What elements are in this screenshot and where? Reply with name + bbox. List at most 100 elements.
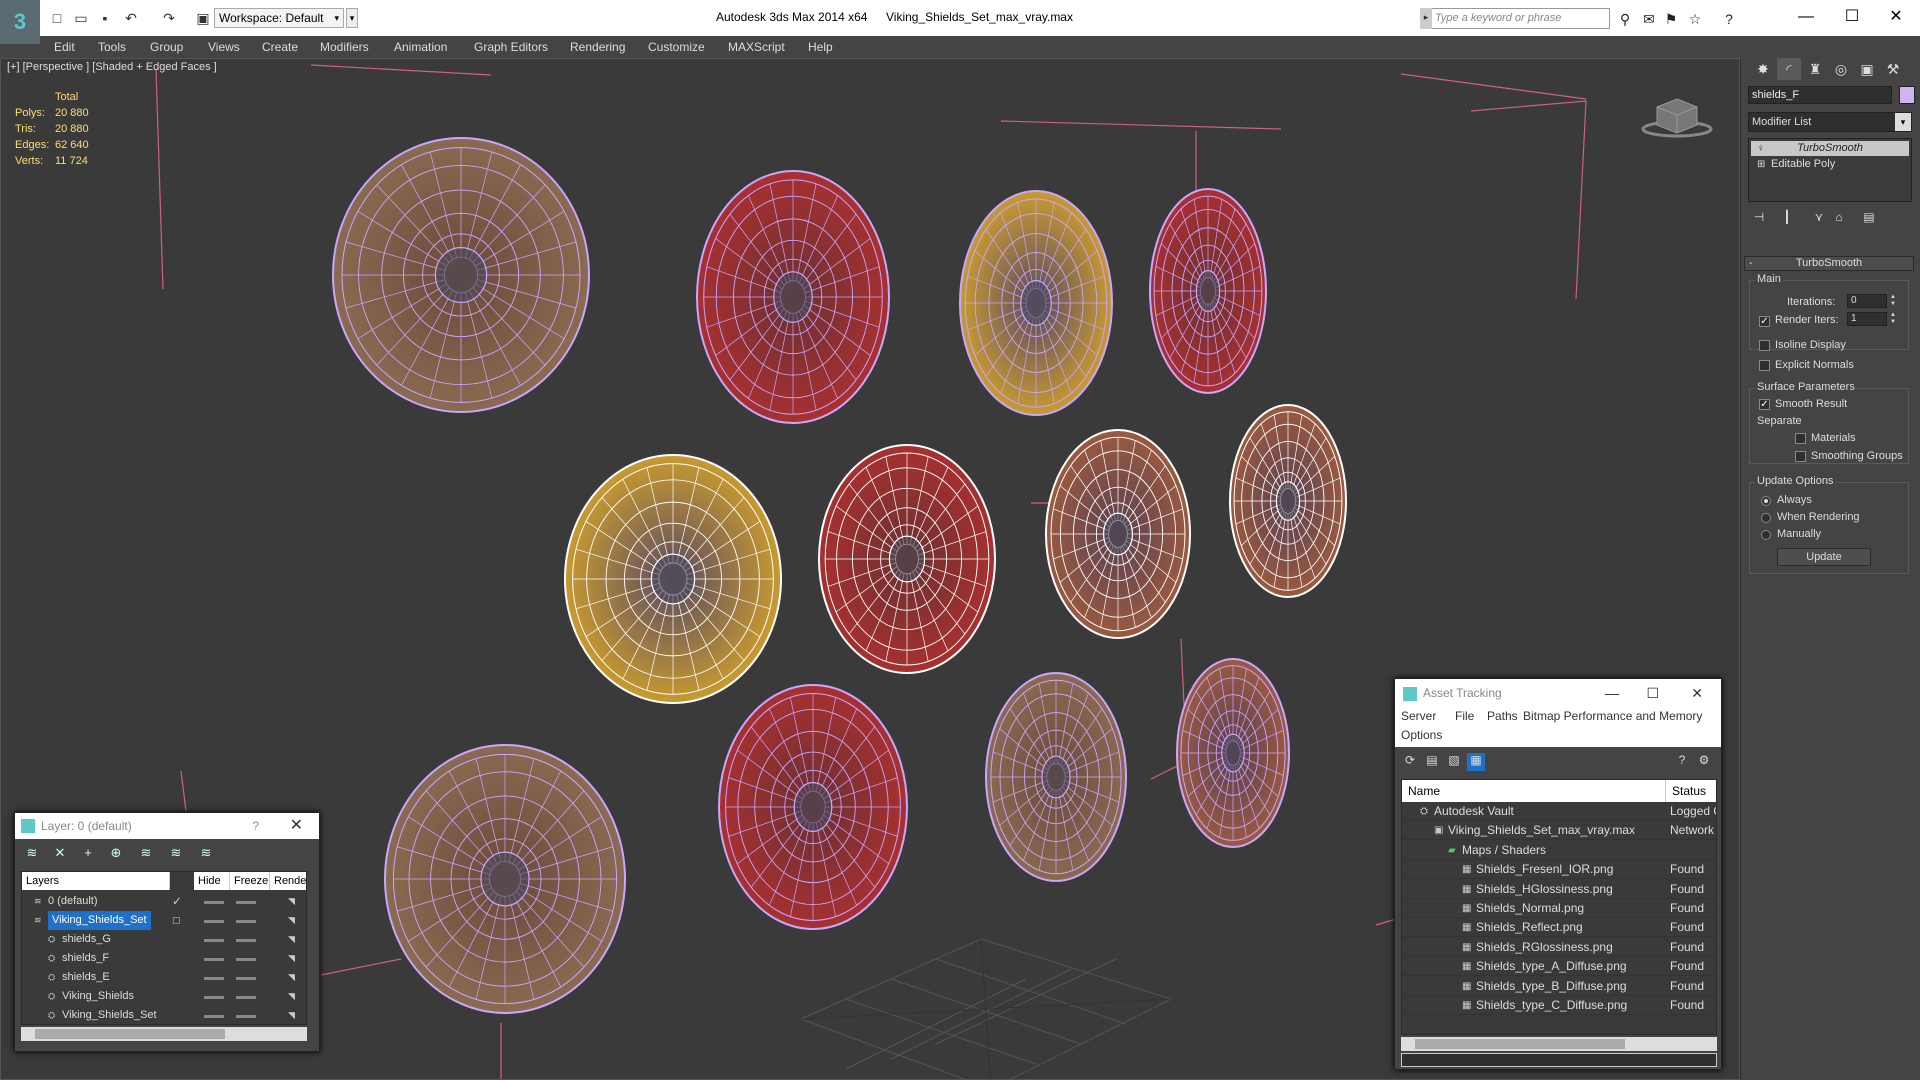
viewcube-icon[interactable] <box>1641 89 1713 139</box>
subscription-icon[interactable]: ✉ <box>1640 10 1658 28</box>
undo-icon[interactable]: ↶ <box>122 9 140 27</box>
app-menu-button[interactable]: 3 <box>0 0 40 44</box>
render-iters-checkbox[interactable]: ✓ <box>1759 316 1770 327</box>
close-icon[interactable]: ✕ <box>290 813 303 839</box>
asset-row[interactable]: ▰ Maps / Shaders <box>1402 841 1716 860</box>
minimize-button[interactable]: — <box>1786 4 1826 30</box>
isoline-display-checkbox[interactable] <box>1759 340 1770 351</box>
make-unique-icon[interactable]: ⋎ <box>1810 210 1828 226</box>
col-freeze[interactable]: Freeze <box>230 872 270 890</box>
asset-menu-server[interactable]: Server <box>1401 709 1436 723</box>
freeze-toggle[interactable]: ▬▬ <box>236 968 256 987</box>
remove-modifier-icon[interactable]: ⌂ <box>1830 210 1848 226</box>
hide-toggle[interactable]: ▬▬ <box>204 1006 224 1024</box>
asset-row[interactable]: ▦ Shields_type_A_Diffuse.png Found <box>1402 957 1716 977</box>
close-button[interactable]: ✕ <box>1876 4 1916 30</box>
asset-row[interactable]: ▦ Shields_type_C_Diffuse.png Found <box>1402 996 1716 1015</box>
binoculars-icon[interactable]: ⚲ <box>1616 10 1634 28</box>
asset-row[interactable]: ▦ Shields_HGlossiness.png Found <box>1402 880 1716 899</box>
layer-row[interactable]: ⛭ shields_F ▬▬ ▬▬ ◥ <box>22 949 306 968</box>
hide-toggle[interactable]: ▬▬ <box>204 968 224 987</box>
asset-menu-file[interactable]: File <box>1455 709 1474 723</box>
layer-name[interactable]: Viking_Shields_Set <box>62 1006 157 1024</box>
display-tab-icon[interactable]: ▣ <box>1855 58 1879 80</box>
menu-edit[interactable]: Edit <box>54 40 75 54</box>
asset-row[interactable]: ▦ Shields_Normal.png Found <box>1402 899 1716 918</box>
thumbnail-icon[interactable]: ▧ <box>1445 753 1463 771</box>
menu-maxscript[interactable]: MAXScript <box>728 40 785 54</box>
help-icon[interactable]: ? <box>1673 753 1691 771</box>
utilities-tab-icon[interactable]: ⚒ <box>1881 58 1905 80</box>
layer-name[interactable]: 0 (default) <box>48 892 98 911</box>
stack-item-editable-poly[interactable]: ⊞ Editable Poly <box>1751 157 1909 172</box>
asset-scrollbar[interactable] <box>1401 1037 1717 1051</box>
viewport-label[interactable]: [+] [Perspective ] [Shaded + Edged Faces… <box>7 61 217 73</box>
freeze-toggle[interactable]: ▬▬ <box>236 949 256 968</box>
stack-item-turbosmooth[interactable]: ♀ TurboSmooth <box>1751 141 1909 156</box>
shield-mesh[interactable] <box>959 190 1113 416</box>
smooth-result-checkbox[interactable]: ✓ <box>1759 399 1770 410</box>
menu-animation[interactable]: Animation <box>394 40 447 54</box>
help-icon[interactable]: ? <box>1720 10 1738 28</box>
redo-icon[interactable]: ↷ <box>160 9 178 27</box>
asset-row[interactable]: ▦ Shields_type_B_Diffuse.png Found <box>1402 977 1716 996</box>
quick-access-dropdown[interactable]: ▾ <box>346 8 358 28</box>
close-icon[interactable]: ✕ <box>1691 679 1703 707</box>
menu-modifiers[interactable]: Modifiers <box>320 40 369 54</box>
render-teapot-icon[interactable]: ◥ <box>288 911 295 930</box>
explicit-normals-checkbox[interactable] <box>1759 360 1770 371</box>
shield-mesh[interactable] <box>384 744 626 1014</box>
menu-graph-editors[interactable]: Graph Editors <box>474 40 548 54</box>
configure-sets-icon[interactable]: ▤ <box>1860 210 1878 226</box>
shield-mesh[interactable] <box>696 170 890 424</box>
shield-mesh[interactable] <box>718 684 908 930</box>
spinner-arrows-icon[interactable]: ▲ ▼ <box>1889 312 1897 326</box>
turbosmooth-rollout-header[interactable]: - TurboSmooth <box>1744 256 1914 271</box>
layer-row[interactable]: ⛭ shields_G ▬▬ ▬▬ ◥ <box>22 930 306 949</box>
shield-mesh[interactable] <box>985 672 1127 882</box>
object-name-input[interactable]: shields_F <box>1748 86 1892 104</box>
layer-name[interactable]: shields_E <box>62 968 110 987</box>
modify-tab-icon[interactable]: ◜ <box>1777 58 1801 80</box>
layer-row[interactable]: ⛭ Viking_Shields ▬▬ ▬▬ ◥ <box>22 987 306 1006</box>
favorites-icon[interactable]: ☆ <box>1686 10 1704 28</box>
table-view-icon[interactable]: ▦ <box>1467 753 1485 771</box>
asset-row[interactable]: ▣ Viking_Shields_Set_max_vray.max Network … <box>1402 821 1716 841</box>
modifier-list-select[interactable]: Modifier List ▾ <box>1748 112 1912 132</box>
hide-toggle[interactable]: ▬▬ <box>204 949 224 968</box>
refresh-icon[interactable]: ⟳ <box>1401 753 1419 771</box>
shield-mesh-selected[interactable] <box>1045 429 1191 639</box>
create-tab-icon[interactable]: ✸ <box>1751 58 1775 80</box>
asset-row[interactable]: ⛭ Autodesk Vault Logged O <box>1402 802 1716 821</box>
layer-name[interactable]: shields_G <box>62 930 111 949</box>
shield-mesh-selected[interactable] <box>564 454 782 704</box>
lightbulb-icon[interactable]: ♀ <box>1757 141 1765 156</box>
layer-row[interactable]: ⛭ shields_E ▬▬ ▬▬ ◥ <box>22 968 306 987</box>
shield-mesh[interactable] <box>1176 658 1290 848</box>
current-layer-check-icon[interactable]: ✓ <box>172 892 182 911</box>
layer-row[interactable]: ⛭ Viking_Shields_Set ▬▬ ▬▬ ◥ <box>22 1006 306 1024</box>
col-hide[interactable]: Hide <box>194 872 230 890</box>
iterations-spinner[interactable]: 0 <box>1847 294 1887 308</box>
shield-mesh-selected[interactable] <box>1229 404 1347 598</box>
menu-rendering[interactable]: Rendering <box>570 40 625 54</box>
update-button[interactable]: Update <box>1777 548 1871 566</box>
render-teapot-icon[interactable]: ◥ <box>288 892 295 911</box>
render-teapot-icon[interactable]: ◥ <box>288 949 295 968</box>
freeze-toggle[interactable]: ▬▬ <box>236 1006 256 1024</box>
hide-all-icon[interactable]: ≋ <box>167 845 185 863</box>
render-teapot-icon[interactable]: ◥ <box>288 1006 295 1024</box>
render-teapot-icon[interactable]: ◥ <box>288 987 295 1006</box>
settings-icon[interactable]: ⚙ <box>1695 753 1713 771</box>
materials-checkbox[interactable] <box>1795 433 1806 444</box>
menu-tools[interactable]: Tools <box>98 40 126 54</box>
shield-mesh[interactable] <box>1149 188 1267 394</box>
smoothing-groups-checkbox[interactable] <box>1795 451 1806 462</box>
manually-radio[interactable] <box>1761 530 1771 540</box>
maximize-button[interactable]: ☐ <box>1832 4 1872 30</box>
shield-mesh[interactable] <box>332 137 590 413</box>
col-render[interactable]: Rende <box>270 872 306 890</box>
hide-toggle[interactable]: ▬▬ <box>204 930 224 949</box>
freeze-toggle[interactable]: ▬▬ <box>236 911 256 930</box>
always-radio[interactable] <box>1761 496 1771 506</box>
